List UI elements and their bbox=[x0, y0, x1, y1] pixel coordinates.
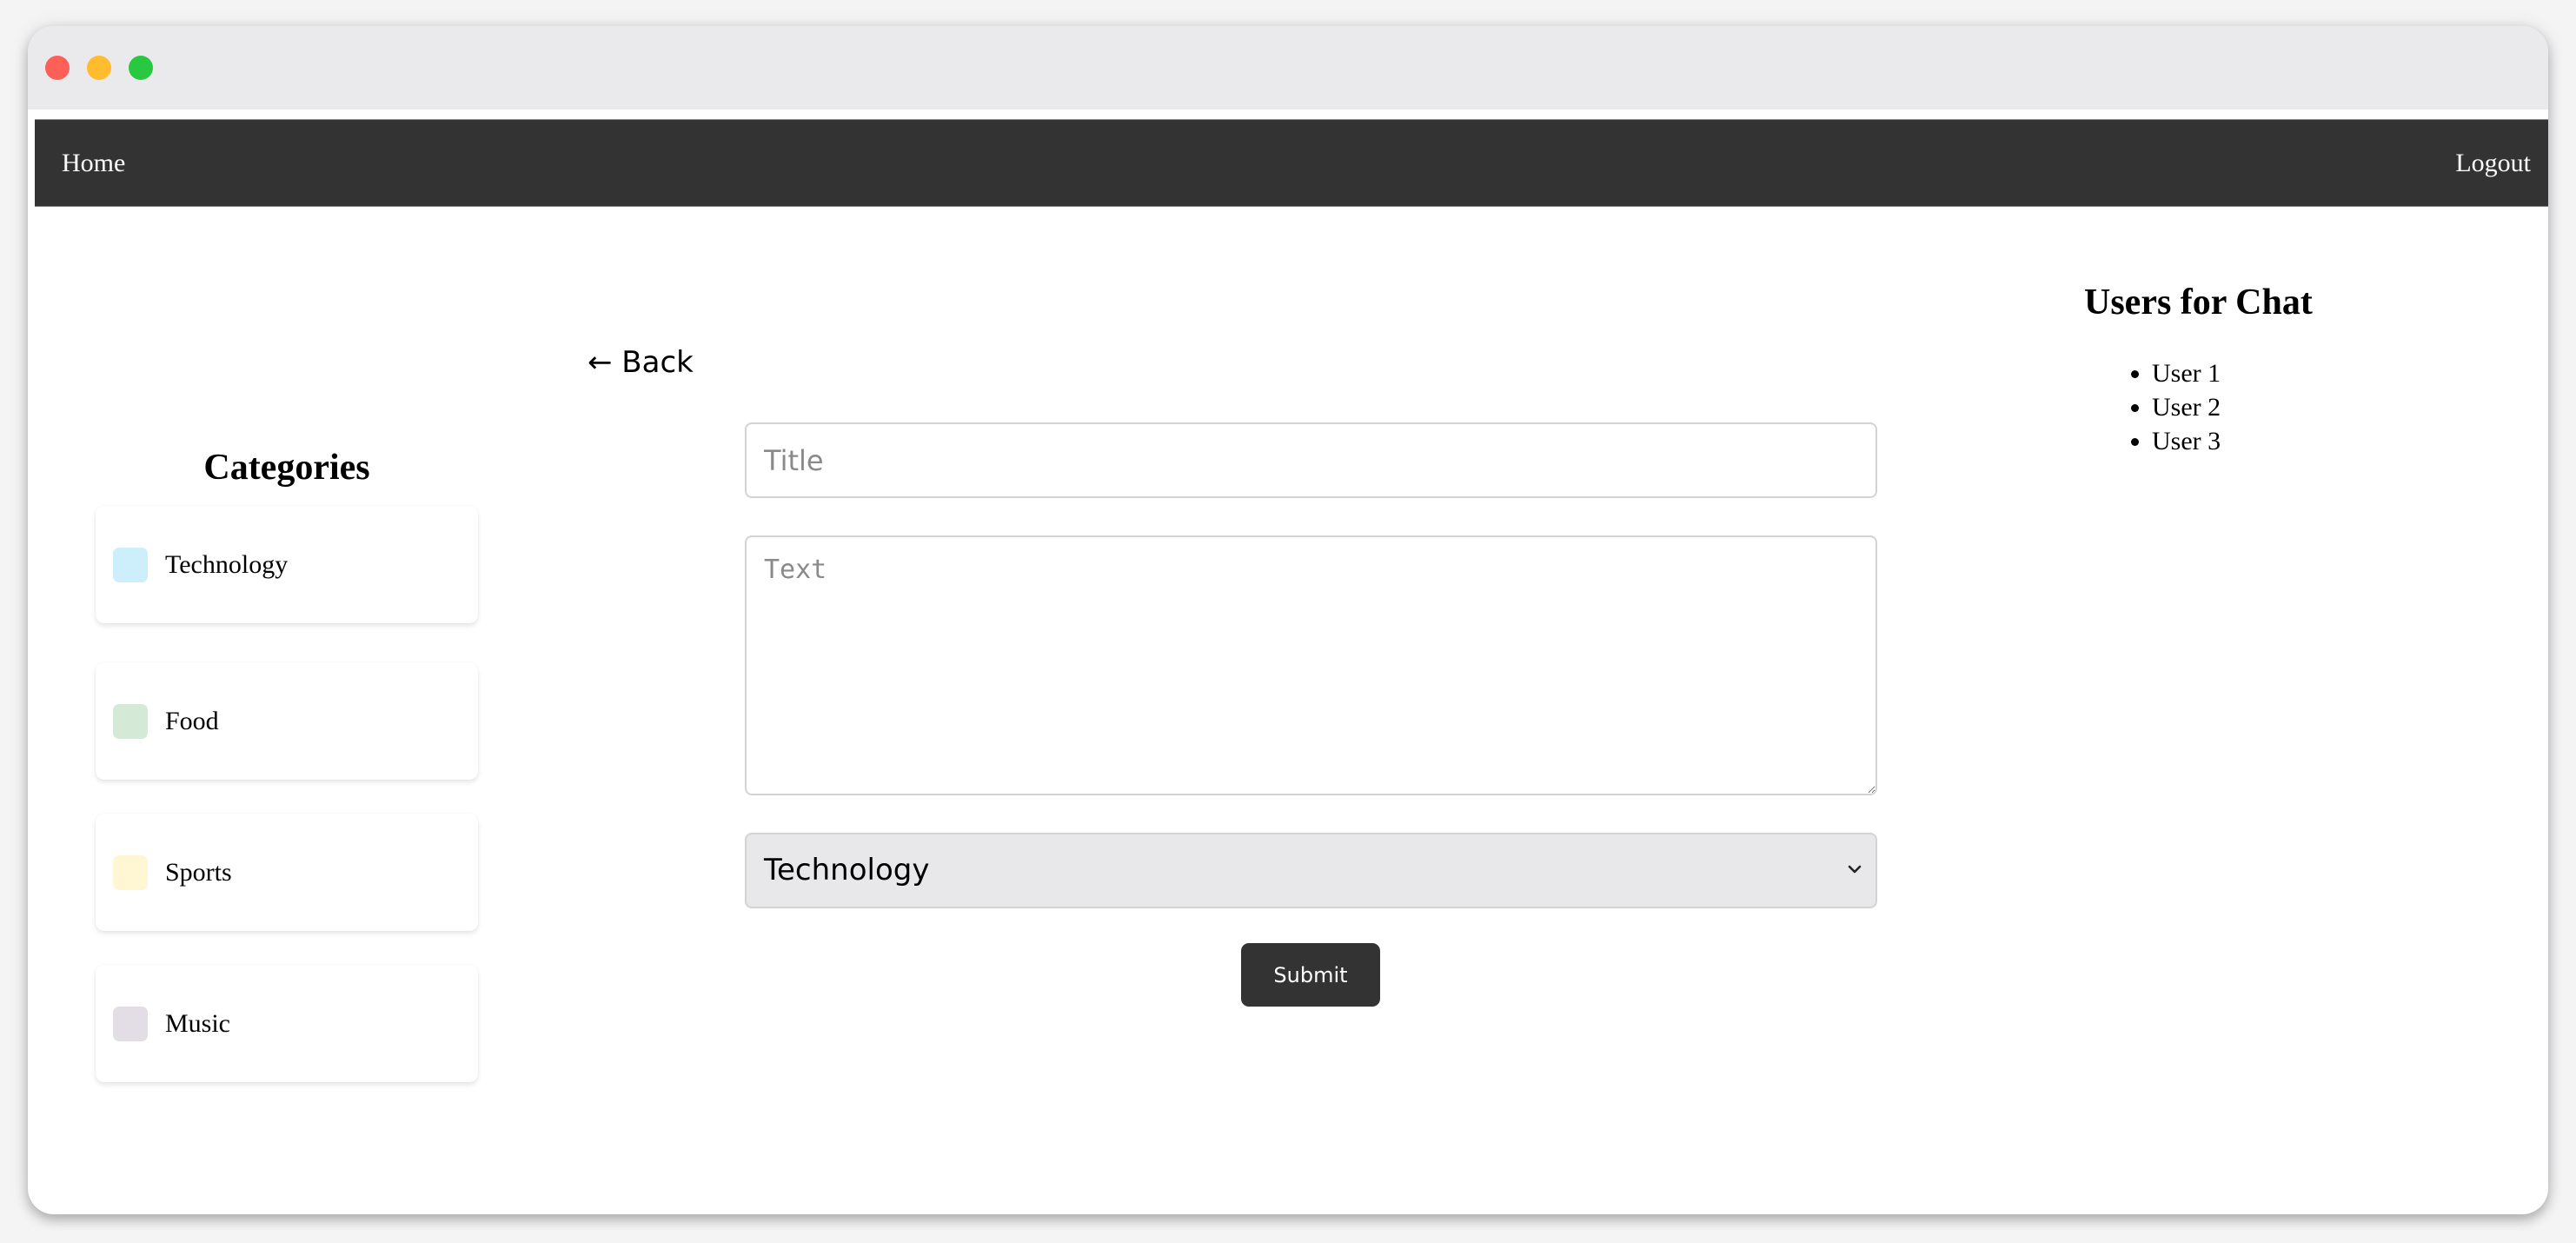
category-label: Food bbox=[165, 706, 219, 735]
user-list-item[interactable]: User 1 bbox=[2152, 356, 2221, 390]
category-select-value: Technology bbox=[764, 853, 930, 887]
minimize-window-button[interactable] bbox=[87, 56, 111, 80]
category-color-swatch bbox=[113, 703, 148, 739]
users-list: User 1 User 2 User 3 bbox=[2152, 356, 2221, 458]
category-card-sports[interactable]: Sports bbox=[96, 814, 478, 931]
category-color-swatch bbox=[113, 1006, 148, 1041]
category-label: Technology bbox=[165, 549, 289, 579]
back-link[interactable]: ← Back bbox=[588, 341, 694, 384]
categories-heading: Categories bbox=[203, 448, 370, 488]
nav-logout-link[interactable]: Logout bbox=[2455, 120, 2531, 206]
chevron-down-icon bbox=[1848, 865, 1862, 874]
category-card-music[interactable]: Music bbox=[96, 965, 478, 1082]
user-list-item[interactable]: User 2 bbox=[2152, 390, 2221, 424]
close-window-button[interactable] bbox=[45, 56, 70, 80]
top-navbar: Home Logout bbox=[35, 119, 2548, 207]
text-textarea[interactable] bbox=[745, 535, 1877, 795]
category-label: Music bbox=[165, 1008, 230, 1038]
category-label: Sports bbox=[165, 857, 232, 887]
category-select[interactable]: Technology bbox=[745, 833, 1877, 908]
submit-button[interactable]: Submit bbox=[1241, 943, 1380, 1007]
category-card-technology[interactable]: Technology bbox=[96, 506, 478, 623]
category-color-swatch bbox=[113, 547, 148, 582]
window-titlebar bbox=[28, 26, 2548, 110]
category-color-swatch bbox=[113, 854, 148, 890]
category-card-food[interactable]: Food bbox=[96, 662, 478, 780]
users-for-chat-heading: Users for Chat bbox=[2084, 282, 2313, 322]
nav-home-link[interactable]: Home bbox=[62, 120, 125, 206]
title-input[interactable] bbox=[745, 422, 1877, 498]
browser-window: Home Logout Categories Technology Food S… bbox=[28, 26, 2548, 1214]
user-list-item[interactable]: User 3 bbox=[2152, 424, 2221, 458]
maximize-window-button[interactable] bbox=[129, 56, 153, 80]
